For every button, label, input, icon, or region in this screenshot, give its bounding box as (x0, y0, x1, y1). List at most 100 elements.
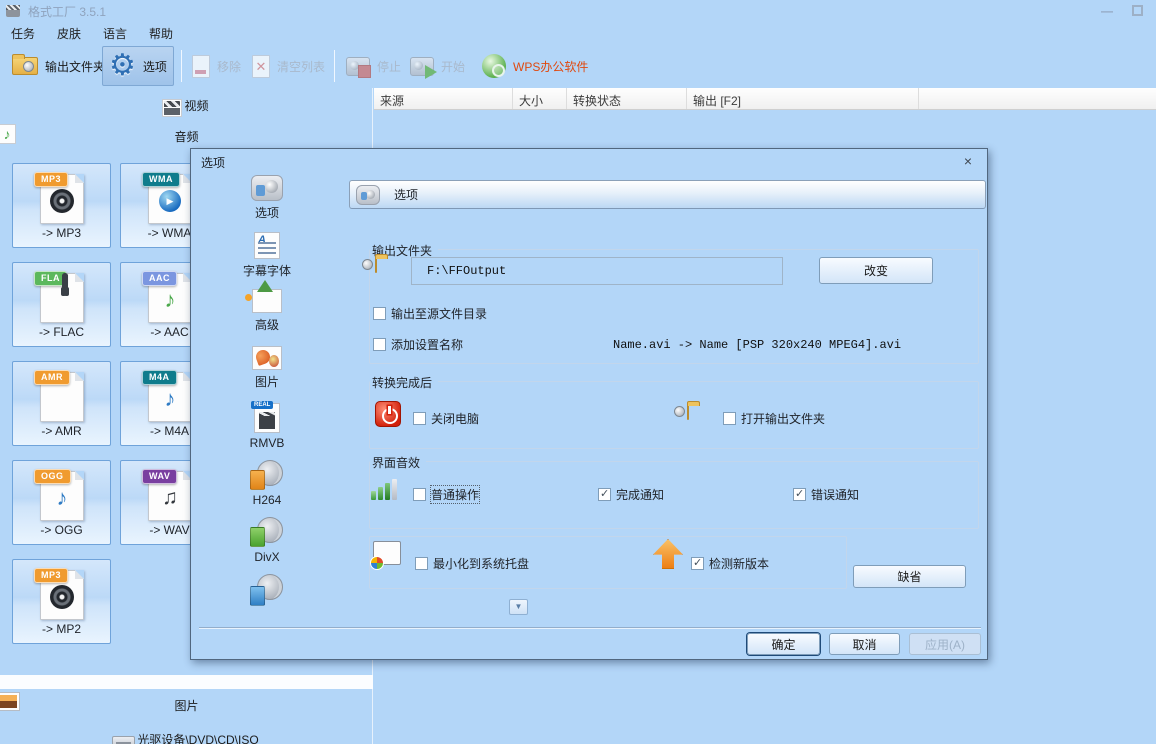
default-button[interactable]: 缺省 (853, 565, 966, 588)
audio-target-mp2[interactable]: MP3 -> MP2 (12, 559, 111, 644)
options-icon (251, 175, 283, 201)
format-badge: OGG (34, 469, 71, 484)
file-type-icon: MP3 (40, 570, 84, 620)
checkbox-shutdown[interactable]: 关闭电脑 (413, 410, 479, 427)
music-note-icon (57, 485, 68, 511)
format-badge: AMR (34, 370, 70, 385)
category-picture[interactable]: 图片 (0, 690, 373, 720)
minimize-button[interactable]: — (1096, 3, 1118, 18)
disc-drive-icon (112, 736, 135, 744)
start-button[interactable]: 开始 (404, 46, 471, 86)
menu-help[interactable]: 帮助 (138, 23, 184, 44)
checkbox-check-new-version[interactable]: 检测新版本 (691, 555, 769, 572)
video-icon (162, 99, 182, 117)
wps-globe-icon (482, 54, 506, 78)
nav-next-partial[interactable] (250, 574, 284, 621)
menu-bar: 任务 皮肤 语言 帮助 (0, 22, 1156, 44)
cancel-button[interactable]: 取消 (829, 633, 900, 655)
column-size[interactable]: 大小 (513, 88, 567, 109)
section-title: 界面音效 (370, 454, 426, 471)
column-empty (919, 88, 1156, 109)
checkbox-label: 输出至源文件目录 (391, 305, 487, 322)
dialog-close-button[interactable]: × (959, 152, 977, 170)
category-audio[interactable]: ♪ 音频 (0, 121, 373, 151)
column-source[interactable]: 来源 (374, 88, 513, 109)
menu-task[interactable]: 任务 (0, 23, 46, 44)
advanced-icon (252, 289, 282, 313)
maximize-button[interactable] (1126, 3, 1148, 18)
wps-office-button[interactable]: WPS办公软件 (476, 46, 594, 86)
checkbox-add-setting-name[interactable]: 添加设置名称 (373, 336, 463, 353)
folder-icon (12, 57, 38, 75)
checkbox-label: 检测新版本 (709, 555, 769, 572)
checkbox-open-output-folder[interactable]: 打开输出文件夹 (723, 410, 825, 427)
checkbox-box (723, 412, 736, 425)
nav-rmvb[interactable]: RMVB (250, 403, 285, 450)
panel-divider (0, 675, 373, 689)
nav-options[interactable]: 选项 (251, 175, 283, 222)
remove-icon (192, 55, 210, 78)
power-icon (375, 401, 401, 427)
dialog-title: 选项 (201, 154, 225, 171)
checkbox-box (415, 557, 428, 570)
column-status[interactable]: 转换状态 (567, 88, 687, 109)
category-rom-device[interactable]: 光驱设备\DVD\CD\ISO (0, 724, 373, 744)
checkbox-error-notification[interactable]: 错误通知 (793, 486, 859, 503)
menu-skin[interactable]: 皮肤 (46, 23, 92, 44)
folder-icon (687, 404, 689, 420)
stop-icon (346, 57, 370, 76)
file-type-icon: M4A (148, 372, 192, 422)
checkbox-done-notification[interactable]: 完成通知 (598, 486, 664, 503)
apply-button[interactable]: 应用(A) (909, 633, 981, 655)
menu-language[interactable]: 语言 (92, 23, 138, 44)
subtitle-font-icon (254, 232, 280, 259)
remove-button[interactable]: 移除 (186, 46, 247, 86)
rmvb-icon (254, 403, 280, 433)
checkbox-box (373, 338, 386, 351)
nav-divx[interactable]: DivX (250, 517, 284, 564)
sound-bars-icon (371, 479, 397, 500)
options-button[interactable]: ⚙ 选项 (102, 46, 174, 86)
checkbox-box (598, 488, 611, 501)
checkbox-box (413, 488, 426, 501)
nav-advanced[interactable]: 高级 (252, 289, 282, 336)
audio-target-ogg[interactable]: OGG -> OGG (12, 460, 111, 545)
section-title: 转换完成后 (370, 374, 438, 391)
music-notes-icon (162, 486, 178, 510)
nav-subtitle-font[interactable]: 字幕字体 (243, 232, 291, 279)
play-icon (159, 190, 181, 212)
title-bar: 格式工厂 3.5.1 (0, 0, 1156, 22)
nav-picture[interactable]: 图片 (252, 346, 282, 393)
checkbox-label: 错误通知 (811, 486, 859, 503)
audio-target-flac[interactable]: FLA -> FLAC (12, 262, 111, 347)
music-note-icon (165, 386, 176, 412)
file-type-icon: AMR (40, 372, 84, 422)
file-type-icon: MP3 (40, 174, 84, 224)
stop-button[interactable]: 停止 (340, 46, 407, 86)
output-folder-button[interactable]: 输出文件夹 (6, 46, 111, 86)
headphones-icon (62, 273, 68, 290)
audio-target-amr[interactable]: AMR -> AMR (12, 361, 111, 446)
change-button[interactable]: 改变 (819, 257, 933, 284)
toolbar: 输出文件夹 ⚙ 选项 移除 清空列表 停止 开始 WPS办公软件 (0, 44, 1156, 88)
ok-button[interactable]: 确定 (747, 633, 820, 655)
checkbox-output-to-source[interactable]: 输出至源文件目录 (373, 305, 487, 322)
checkbox-minimize-to-tray[interactable]: 最小化到系统托盘 (415, 555, 529, 572)
checkbox-label: 最小化到系统托盘 (433, 555, 529, 572)
checkbox-label: 关闭电脑 (431, 410, 479, 427)
file-type-icon: OGG (40, 471, 84, 521)
file-type-icon: AAC (148, 273, 192, 323)
category-video[interactable]: 视频 (0, 90, 373, 120)
options-dialog: 选项 × 选项 字幕字体 高级 图片 RMVB H264 DivX (190, 148, 988, 660)
clear-list-button[interactable]: 清空列表 (246, 46, 331, 86)
audio-target-mp3[interactable]: MP3 -> MP3 (12, 163, 111, 248)
checkbox-normal-operation[interactable]: 普通操作 (413, 486, 479, 503)
nav-scroll-down-button[interactable]: ▼ (509, 599, 528, 615)
file-table-header: 来源 大小 转换状态 输出 [F2] (374, 88, 1156, 110)
window-title: 格式工厂 3.5.1 (28, 3, 106, 20)
nav-h264[interactable]: H264 (250, 460, 284, 507)
output-path-field[interactable]: F:\FFOutput (411, 257, 783, 285)
checkbox-box (373, 307, 386, 320)
column-output[interactable]: 输出 [F2] (687, 88, 919, 109)
checkbox-box (691, 557, 704, 570)
